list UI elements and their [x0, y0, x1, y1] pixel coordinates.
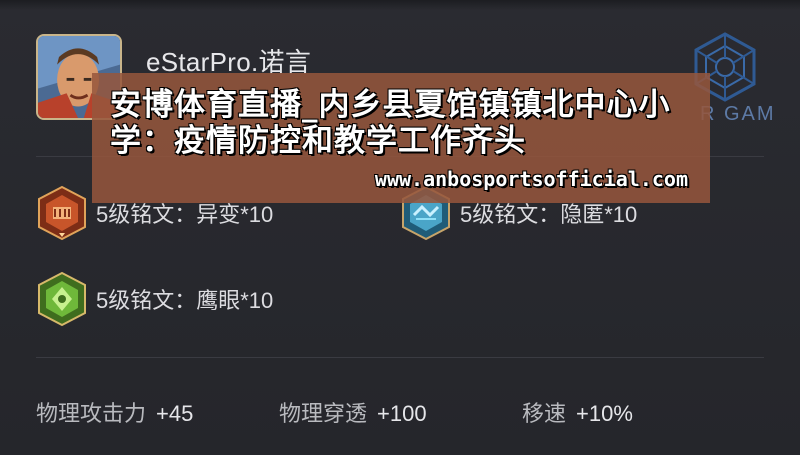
- banner-url[interactable]: www.anbosportsofficial.com: [375, 167, 688, 191]
- team-name: R GAM: [700, 103, 776, 125]
- rune-panel: eStarPro.诺言 R GAM 5级铭文：异变*10 5级铭文：隐匿*10: [0, 0, 800, 455]
- rune-label: 5级铭文：鹰眼*10: [96, 288, 274, 313]
- stat-physical-penetration: 物理穿透 +100: [279, 396, 427, 428]
- rune-yingyan-icon: [38, 271, 86, 327]
- stat-name: 移速: [522, 401, 567, 426]
- stat-move-speed: 移速 +10%: [522, 396, 633, 428]
- stat-value: +45: [156, 401, 194, 426]
- watermark-banner: 安博体育直播_内乡县夏馆镇镇北中心小学：疫情防控和教学工作齐头 www.anbo…: [92, 73, 710, 203]
- banner-title: 安博体育直播_内乡县夏馆镇镇北中心小学：疫情防控和教学工作齐头: [110, 87, 671, 159]
- divider: [36, 357, 764, 358]
- stat-value: +10%: [576, 401, 633, 426]
- rune-item: 5级铭文：鹰眼*10: [36, 271, 273, 327]
- stat-value: +100: [377, 401, 427, 426]
- stats-row: 物理攻击力 +45 物理穿透 +100 移速 +10%: [36, 396, 776, 430]
- rune-yibian-icon: [38, 185, 86, 241]
- stat-name: 物理穿透: [279, 401, 368, 426]
- stat-name: 物理攻击力: [36, 401, 147, 426]
- stat-physical-attack: 物理攻击力 +45: [36, 396, 193, 428]
